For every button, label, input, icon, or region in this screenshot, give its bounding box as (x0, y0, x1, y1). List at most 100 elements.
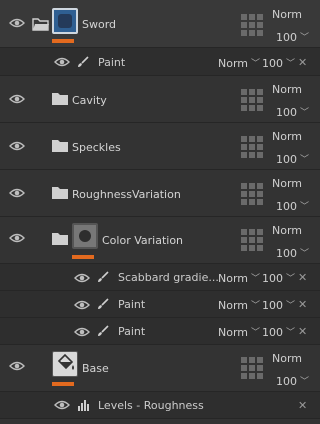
grid-cell (241, 199, 247, 205)
grid-cell (241, 373, 247, 379)
blend-mode-select[interactable]: Norm (272, 352, 302, 365)
blend-mode-select[interactable]: Norm ﹀ (218, 325, 260, 339)
eye-icon[interactable] (9, 187, 25, 199)
layer-row-roughnessvariation[interactable]: RoughnessVariation Norm 100 ﹀ (0, 170, 320, 217)
mask-grid-icon[interactable] (241, 183, 264, 206)
grid-cell (241, 152, 247, 158)
layer-row-base[interactable]: Base Norm 100 ﹀ (0, 345, 320, 392)
close-icon[interactable]: ✕ (298, 298, 307, 311)
eye-icon[interactable] (54, 399, 70, 411)
eye-icon[interactable] (74, 272, 90, 284)
layer-name[interactable]: Sword (82, 18, 116, 31)
close-icon[interactable]: ✕ (298, 56, 307, 69)
layer-row-speckles[interactable]: Speckles Norm 100 ﹀ (0, 123, 320, 170)
blend-mode-value: Norm (272, 352, 303, 365)
grid-cell (249, 14, 255, 20)
grid-cell (249, 373, 255, 379)
mask-grid-icon[interactable] (241, 89, 264, 112)
blend-mode-select[interactable]: Norm (272, 224, 302, 237)
blend-mode-select[interactable]: Norm (272, 8, 302, 21)
grid-cell (257, 357, 263, 363)
opacity-select[interactable]: 100 ﹀ (262, 56, 295, 70)
blend-mode-select[interactable]: Norm (272, 83, 302, 96)
eye-icon[interactable] (9, 360, 25, 372)
opacity-select[interactable]: 100 ﹀ (262, 325, 295, 339)
opacity-select[interactable]: 100 ﹀ (276, 199, 309, 213)
grid-cell (257, 373, 263, 379)
blend-mode-select[interactable]: Norm ﹀ (218, 298, 260, 312)
opacity-select[interactable]: 100 ﹀ (276, 246, 309, 260)
layer-row-sword[interactable]: Sword Norm 100 ﹀ (0, 0, 320, 48)
folder-icon[interactable] (51, 232, 69, 246)
opacity-value: 100 (262, 272, 283, 285)
close-icon[interactable]: ✕ (298, 399, 307, 412)
eye-icon[interactable] (9, 17, 25, 29)
blend-mode-select[interactable]: Norm (272, 177, 302, 190)
layer-row-cavity[interactable]: Cavity Norm 100 ﹀ (0, 76, 320, 123)
grid-cell (241, 30, 247, 36)
layer-thumbnail[interactable] (72, 223, 98, 249)
eye-icon[interactable] (54, 56, 70, 68)
chevron-down-icon: ﹀ (251, 59, 261, 69)
folder-icon[interactable] (51, 92, 69, 106)
layer-row-scabbard-gradient[interactable]: Scabbard gradie... Norm ﹀ 100 ﹀ ✕ (0, 264, 320, 291)
fill-bucket-icon[interactable] (52, 351, 78, 377)
eye-icon[interactable] (74, 299, 90, 311)
layer-name[interactable]: Paint (98, 56, 125, 69)
brush-icon (77, 56, 89, 68)
grid-cell (249, 22, 255, 28)
folder-icon[interactable] (51, 186, 69, 200)
mask-grid-icon[interactable] (241, 229, 264, 252)
layer-row-paint[interactable]: Paint Norm ﹀ 100 ﹀ ✕ (0, 48, 320, 76)
blend-mode-value: Norm (272, 177, 303, 190)
layer-name[interactable]: Paint (118, 325, 145, 338)
chevron-down-icon: ﹀ (300, 377, 310, 387)
layer-row-levels-roughness[interactable]: Levels - Roughness ✕ (0, 392, 320, 419)
opacity-select[interactable]: 100 ﹀ (276, 374, 309, 388)
eye-icon[interactable] (9, 140, 25, 152)
close-icon[interactable]: ✕ (298, 271, 307, 284)
layer-name[interactable]: Levels - Roughness (98, 399, 204, 412)
layer-name[interactable]: Cavity (72, 94, 107, 107)
grid-cell (241, 89, 247, 95)
grid-cell (241, 191, 247, 197)
grid-cell (249, 30, 255, 36)
layer-name[interactable]: Paint (118, 298, 145, 311)
grid-cell (249, 237, 255, 243)
opacity-select[interactable]: 100 ﹀ (276, 30, 309, 44)
chevron-down-icon: ﹀ (300, 108, 310, 118)
grid-cell (241, 357, 247, 363)
mask-grid-icon[interactable] (241, 14, 264, 37)
opacity-value: 100 (276, 153, 297, 166)
layer-name[interactable]: Speckles (72, 141, 121, 154)
layer-row-color-variation[interactable]: Color Variation Norm 100 ﹀ (0, 217, 320, 264)
opacity-select[interactable]: 100 ﹀ (262, 298, 295, 312)
folder-open-icon[interactable] (32, 17, 50, 31)
grid-cell (257, 144, 263, 150)
grid-cell (249, 136, 255, 142)
layer-thumbnail[interactable] (52, 8, 78, 34)
layer-row-paint-3[interactable]: Paint Norm ﹀ 100 ﹀ ✕ (0, 318, 320, 345)
mask-grid-icon[interactable] (241, 136, 264, 159)
close-icon[interactable]: ✕ (298, 325, 307, 338)
levels-icon (77, 399, 89, 411)
layer-name[interactable]: Base (82, 362, 109, 375)
grid-cell (249, 89, 255, 95)
eye-icon[interactable] (9, 93, 25, 105)
eye-icon[interactable] (9, 232, 25, 244)
layer-row-paint-2[interactable]: Paint Norm ﹀ 100 ﹀ ✕ (0, 291, 320, 318)
layer-name[interactable]: Scabbard gradie... (118, 271, 219, 284)
layer-name[interactable]: RoughnessVariation (72, 188, 181, 201)
eye-icon[interactable] (74, 326, 90, 338)
layer-name[interactable]: Color Variation (102, 234, 183, 247)
folder-icon[interactable] (51, 139, 69, 153)
blend-mode-value: Norm (272, 8, 303, 21)
mask-grid-icon[interactable] (241, 357, 264, 380)
opacity-select[interactable]: 100 ﹀ (276, 152, 309, 166)
opacity-select[interactable]: 100 ﹀ (262, 271, 295, 285)
grid-cell (257, 365, 263, 371)
opacity-select[interactable]: 100 ﹀ (276, 105, 309, 119)
blend-mode-select[interactable]: Norm (272, 130, 302, 143)
blend-mode-select[interactable]: Norm ﹀ (218, 56, 260, 70)
blend-mode-select[interactable]: Norm ﹀ (218, 271, 260, 285)
